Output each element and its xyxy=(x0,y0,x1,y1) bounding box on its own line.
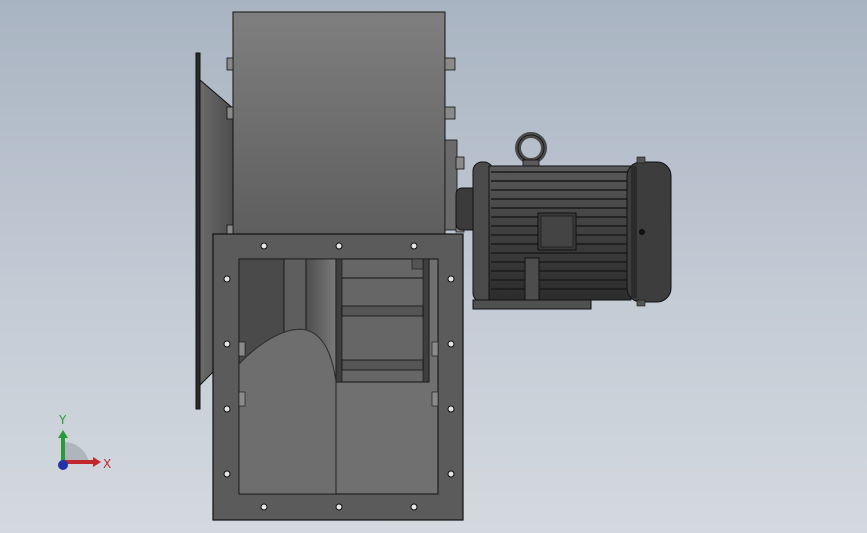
bolt-hole xyxy=(223,340,231,348)
triad-plane xyxy=(63,441,89,462)
z-axis-dot xyxy=(58,460,68,470)
bolt-hole xyxy=(410,503,418,511)
bolt-hole xyxy=(447,340,455,348)
bolt-hole xyxy=(447,275,455,283)
y-axis-head xyxy=(58,430,68,438)
fan-model[interactable] xyxy=(0,0,867,533)
y-axis-label: Y xyxy=(58,413,67,427)
bolt-hole xyxy=(260,242,268,250)
x-axis-head xyxy=(93,457,101,467)
electric-motor[interactable] xyxy=(472,132,672,310)
bolt-hole xyxy=(260,503,268,511)
scroll-housing xyxy=(226,11,465,235)
bolt-hole xyxy=(223,405,231,413)
orientation-triad[interactable]: Y X xyxy=(40,410,130,490)
bolt-hole xyxy=(335,503,343,511)
outlet-flange[interactable] xyxy=(212,233,464,521)
bolt-hole xyxy=(447,470,455,478)
bolt-hole xyxy=(447,405,455,413)
bolt-hole xyxy=(335,242,343,250)
x-axis-label: X xyxy=(103,457,111,471)
cad-viewport[interactable]: Y X xyxy=(0,0,867,533)
bolt-hole xyxy=(223,470,231,478)
bolt-hole xyxy=(223,275,231,283)
bolt-hole xyxy=(410,242,418,250)
